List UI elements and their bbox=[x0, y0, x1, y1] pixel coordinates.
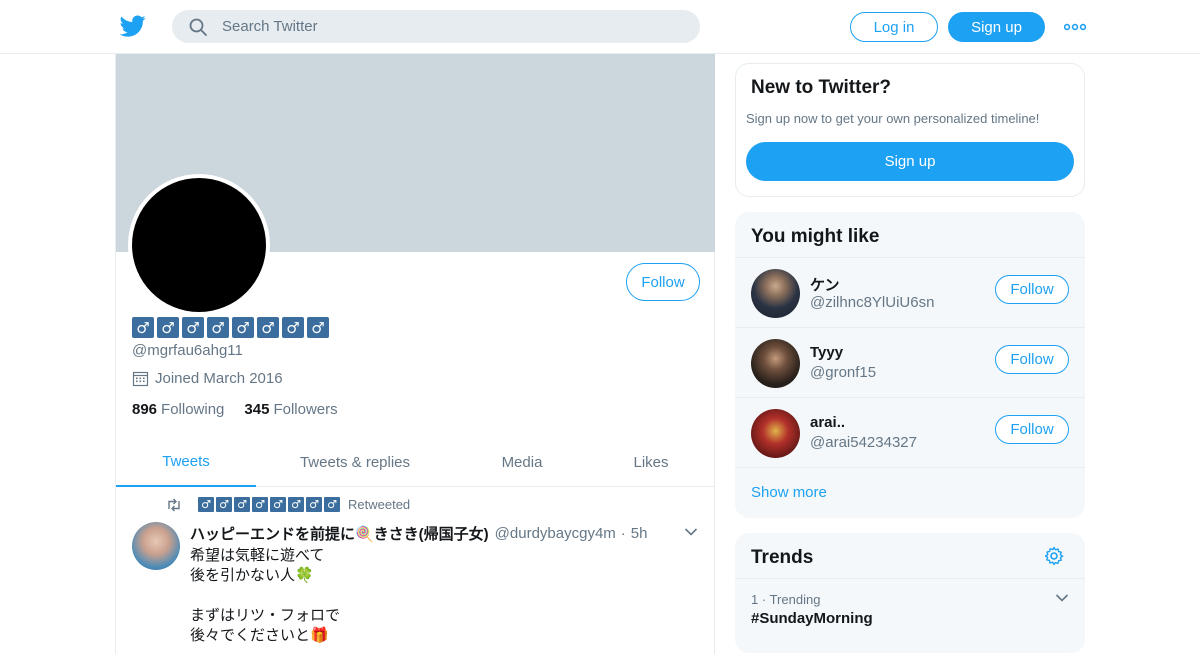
signup-card-button[interactable]: Sign up bbox=[746, 142, 1074, 181]
tweet-author-avatar[interactable] bbox=[132, 522, 180, 570]
male-sign-emoji: ♂ bbox=[306, 497, 322, 512]
male-sign-emoji: ♂ bbox=[270, 497, 286, 512]
twitter-bird-icon[interactable] bbox=[120, 13, 146, 39]
male-sign-emoji: ♂ bbox=[198, 497, 214, 512]
chevron-down-icon[interactable] bbox=[684, 527, 698, 537]
gear-icon[interactable] bbox=[1044, 546, 1064, 566]
suggestion-follow-button[interactable]: Follow bbox=[995, 345, 1069, 374]
trend-context: Trending bbox=[769, 592, 821, 607]
male-sign-emoji: ♂ bbox=[282, 317, 304, 338]
followers-count: 345 bbox=[244, 401, 270, 418]
retweet-icon bbox=[168, 498, 180, 511]
trend-meta: 1 · Trending bbox=[751, 592, 820, 607]
male-sign-emoji: ♂ bbox=[207, 317, 229, 338]
following-stat[interactable]: 896 Following bbox=[132, 401, 224, 418]
tweet-author-handle[interactable]: @durdybaycgy4m bbox=[495, 525, 616, 542]
suggestion-item[interactable]: arai.. @arai54234327 Follow bbox=[735, 397, 1085, 467]
male-sign-emoji: ♂ bbox=[307, 317, 329, 338]
suggestion-name[interactable]: Tyyy bbox=[810, 344, 843, 361]
male-sign-emoji: ♂ bbox=[257, 317, 279, 338]
profile-tabs: Tweets Tweets & replies Media Likes bbox=[116, 438, 715, 487]
trend-item[interactable]: 1 · Trending #SundayMorning bbox=[735, 578, 1085, 638]
profile-avatar-frame bbox=[128, 174, 270, 316]
search-box bbox=[172, 10, 700, 43]
show-more-link[interactable]: Show more bbox=[735, 467, 1085, 518]
trends-card: Trends 1 · Trending #SundayMorning bbox=[735, 533, 1085, 653]
tweet-separator: · bbox=[620, 525, 626, 542]
trend-rank: 1 bbox=[751, 592, 759, 607]
tweet-text: 希望は気軽に遊べて 後を引かない人🍀 まずはリツ・フォロで 後々でくださいと🎁 bbox=[190, 546, 341, 644]
profile-joined: Joined March 2016 bbox=[132, 370, 283, 387]
male-sign-emoji: ♂ bbox=[288, 497, 304, 512]
more-dots-icon[interactable] bbox=[1064, 20, 1086, 34]
follow-button[interactable]: Follow bbox=[626, 263, 700, 301]
signup-card-title: New to Twitter? bbox=[751, 77, 892, 98]
male-sign-emoji: ♂ bbox=[216, 497, 232, 512]
male-sign-emoji: ♂ bbox=[324, 497, 340, 512]
trends-title: Trends bbox=[751, 547, 814, 568]
signup-card-subtitle: Sign up now to get your own personalized… bbox=[746, 111, 1040, 126]
tab-likes[interactable]: Likes bbox=[606, 438, 696, 487]
tweet-timestamp[interactable]: 5h bbox=[631, 525, 648, 542]
login-button[interactable]: Log in bbox=[850, 12, 938, 42]
followers-stat[interactable]: 345 Followers bbox=[244, 401, 337, 418]
following-label: Following bbox=[161, 401, 225, 418]
followers-label: Followers bbox=[273, 401, 338, 418]
retweeted-label: Retweeted bbox=[348, 497, 411, 512]
tab-tweets-replies[interactable]: Tweets & replies bbox=[276, 438, 434, 487]
profile-avatar[interactable] bbox=[132, 178, 266, 312]
profile-stats: 896 Following 345 Followers bbox=[132, 401, 338, 418]
male-sign-emoji: ♂ bbox=[234, 497, 250, 512]
tweet-author-name[interactable]: ハッピーエンドを前提に🍭きさき(帰国子女) bbox=[190, 523, 489, 544]
suggestion-follow-button[interactable]: Follow bbox=[995, 275, 1069, 304]
you-might-like-title: You might like bbox=[751, 226, 880, 247]
search-input[interactable] bbox=[222, 10, 682, 43]
suggestion-avatar[interactable] bbox=[751, 269, 800, 318]
suggestion-item[interactable]: Tyyy @gronf15 Follow bbox=[735, 327, 1085, 397]
profile-display-name: ♂ ♂ ♂ ♂ ♂ ♂ ♂ ♂ bbox=[132, 317, 329, 338]
tab-tweets[interactable]: Tweets bbox=[116, 438, 256, 487]
suggestion-avatar[interactable] bbox=[751, 409, 800, 458]
suggestion-name[interactable]: arai.. bbox=[810, 414, 845, 431]
suggestion-follow-button[interactable]: Follow bbox=[995, 415, 1069, 444]
top-nav: Log in Sign up bbox=[0, 0, 1200, 54]
suggestion-handle: @arai54234327 bbox=[810, 434, 917, 451]
signup-card: New to Twitter? Sign up now to get your … bbox=[735, 63, 1085, 197]
suggestion-item[interactable]: ケン @zilhnc8YlUiU6sn Follow bbox=[735, 257, 1085, 327]
profile-column: Follow ♂ ♂ ♂ ♂ ♂ ♂ ♂ ♂ @mgrfau6ahg11 Joined Mar… bbox=[115, 54, 715, 654]
you-might-like-card: You might like ケン @zilhnc8YlUiU6sn Follo… bbox=[735, 212, 1085, 518]
search-icon bbox=[189, 18, 207, 36]
trend-separator: · bbox=[761, 592, 767, 607]
suggestion-avatar[interactable] bbox=[751, 339, 800, 388]
suggestion-name[interactable]: ケン bbox=[810, 274, 840, 295]
calendar-icon bbox=[132, 371, 149, 387]
chevron-down-icon[interactable] bbox=[1055, 593, 1069, 603]
trend-name[interactable]: #SundayMorning bbox=[751, 610, 873, 627]
male-sign-emoji: ♂ bbox=[252, 497, 268, 512]
male-sign-emoji: ♂ bbox=[157, 317, 179, 338]
following-count: 896 bbox=[132, 401, 158, 418]
retweet-context: ♂ ♂ ♂ ♂ ♂ ♂ ♂ ♂ Retweeted bbox=[166, 497, 410, 512]
retweeter-name[interactable]: ♂ ♂ ♂ ♂ ♂ ♂ ♂ ♂ bbox=[198, 497, 340, 512]
male-sign-emoji: ♂ bbox=[232, 317, 254, 338]
joined-date: Joined March 2016 bbox=[155, 370, 283, 387]
tab-media[interactable]: Media bbox=[472, 438, 572, 487]
signup-button[interactable]: Sign up bbox=[948, 12, 1045, 42]
suggestion-handle: @gronf15 bbox=[810, 364, 877, 381]
suggestion-handle: @zilhnc8YlUiU6sn bbox=[810, 294, 935, 311]
male-sign-emoji: ♂ bbox=[182, 317, 204, 338]
male-sign-emoji: ♂ bbox=[132, 317, 154, 338]
profile-handle: @mgrfau6ahg11 bbox=[132, 342, 243, 359]
tweet-header: ハッピーエンドを前提に🍭きさき(帰国子女) @durdybaycgy4m · 5… bbox=[190, 523, 647, 544]
